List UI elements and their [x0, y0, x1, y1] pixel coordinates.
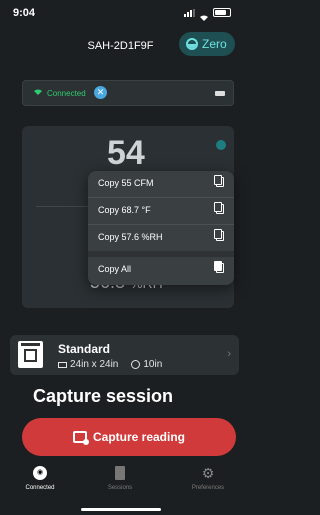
zero-icon: [186, 38, 198, 50]
tab-sessions[interactable]: Sessions: [90, 466, 150, 491]
menu-item-label: Copy All: [98, 264, 132, 274]
divider: [36, 206, 96, 207]
filter-icon: [24, 349, 37, 362]
connection-status: Connected: [47, 89, 86, 98]
capture-label: Capture reading: [92, 430, 185, 444]
depth-icon: [131, 360, 141, 369]
tab-connected[interactable]: ◉ Connected: [10, 466, 70, 491]
gear-icon: ⚙: [201, 465, 215, 481]
primary-reading: 54: [107, 134, 145, 172]
menu-item-label: Copy 55 CFM: [98, 178, 154, 188]
wifi-icon: [199, 9, 209, 21]
menu-item-copy-cfm[interactable]: Copy 55 CFM: [88, 171, 234, 197]
connection-bar: Connected ✕: [22, 80, 234, 106]
copy-icon: [214, 229, 224, 241]
battery-icon: [213, 8, 231, 17]
home-indicator: [81, 508, 161, 511]
filter-thumbnail-header: [21, 343, 40, 346]
copy-icon: [214, 202, 224, 214]
tab-preferences[interactable]: ⚙ Preferences: [178, 466, 238, 491]
menu-item-copy-rh[interactable]: Copy 57.6 %RH: [88, 225, 234, 251]
zero-label: Zero: [202, 37, 227, 51]
wifi-icon: [33, 88, 43, 99]
disconnect-icon[interactable]: ✕: [94, 86, 107, 99]
menu-item-copy-all[interactable]: Copy All: [88, 257, 234, 283]
status-bar: 9:04: [0, 0, 241, 30]
chevron-right-icon: ›: [227, 348, 231, 360]
menu-item-copy-temp[interactable]: Copy 68.7 °F: [88, 198, 234, 224]
filter-details: 24in x 24in 10in: [58, 359, 162, 370]
capture-icon: [72, 431, 89, 445]
sessions-icon: [115, 466, 125, 480]
tab-label: Preferences: [191, 485, 225, 491]
filter-thumbnail: [18, 341, 43, 368]
copy-icon: [214, 175, 224, 187]
copy-all-icon: [214, 261, 224, 273]
zero-button[interactable]: Zero: [179, 32, 235, 56]
tab-label: Connected: [25, 485, 55, 491]
globe-icon[interactable]: [216, 140, 226, 150]
filter-dimensions: 24in x 24in: [70, 359, 119, 370]
status-icons: [184, 8, 231, 21]
capture-reading-button[interactable]: Capture reading: [22, 418, 236, 456]
dimensions-icon: [58, 361, 67, 368]
section-title: Capture session: [33, 386, 174, 406]
status-time: 9:04: [13, 7, 36, 19]
filter-card[interactable]: Standard 24in x 24in 10in ›: [10, 335, 239, 375]
filter-depth: 10in: [143, 359, 163, 370]
signal-icon: [184, 8, 195, 17]
tab-label: Sessions: [107, 485, 133, 491]
menu-item-label: Copy 57.6 %RH: [98, 232, 163, 242]
device-battery-icon: [215, 91, 225, 96]
copy-context-menu: Copy 55 CFM Copy 68.7 °F Copy 57.6 %RH C…: [88, 171, 234, 285]
connected-icon: ◉: [33, 466, 47, 480]
filter-name: Standard: [58, 342, 111, 356]
menu-item-label: Copy 68.7 °F: [98, 205, 151, 215]
